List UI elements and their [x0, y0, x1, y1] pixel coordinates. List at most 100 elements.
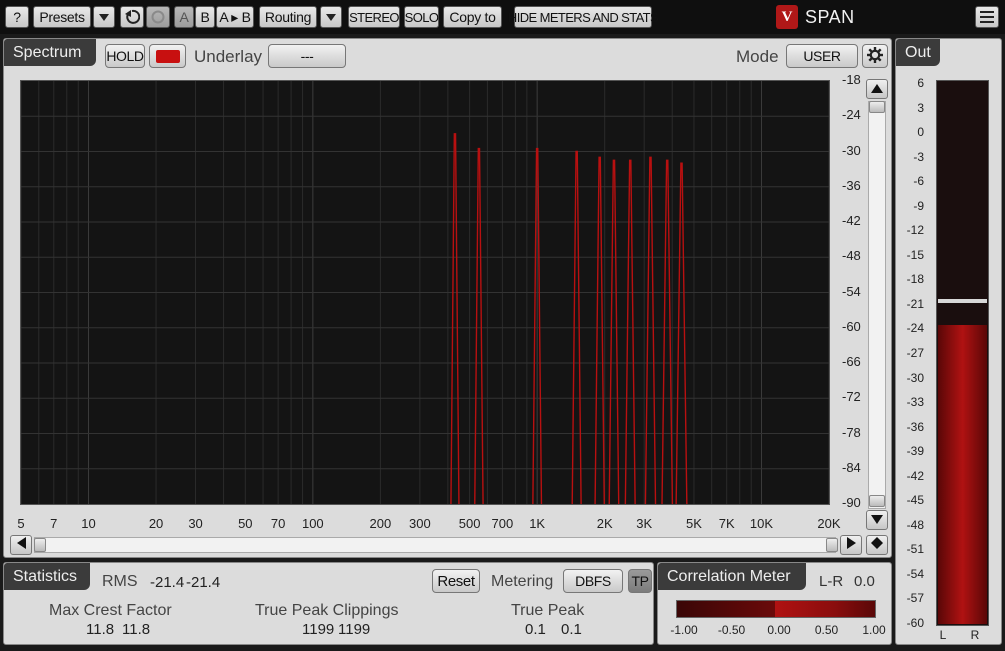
preset-b-button[interactable]: B: [195, 6, 215, 28]
triangle-right-icon: [846, 536, 856, 554]
triangle-left-icon: [16, 536, 26, 554]
horizontal-scrollbar[interactable]: [10, 535, 862, 555]
presets-dropdown-button[interactable]: [93, 6, 115, 28]
output-scale-label: -45: [906, 493, 924, 508]
copy-a-to-b-button[interactable]: A ▸ B: [216, 6, 254, 28]
scroll-track[interactable]: [34, 537, 836, 553]
rms-label: RMS: [102, 573, 138, 590]
settings-button[interactable]: [862, 44, 888, 68]
scroll-thumb-bottom[interactable]: [869, 495, 885, 507]
scroll-down-button[interactable]: [866, 510, 888, 530]
presets-button[interactable]: Presets: [33, 6, 91, 28]
hold-button[interactable]: HOLD: [105, 44, 145, 68]
spectrum-tab[interactable]: Spectrum: [4, 39, 96, 66]
x-tick-label: 300: [409, 516, 431, 531]
diamond-icon: [871, 536, 883, 554]
scroll-track[interactable]: [868, 101, 886, 509]
spectrum-peak: [450, 133, 460, 505]
triangle-up-icon: [871, 80, 883, 98]
correlation-tick-label: 1.00: [862, 623, 886, 637]
main-menu-button[interactable]: [975, 6, 999, 28]
preset-a-button[interactable]: A: [174, 6, 194, 28]
spectrum-peak: [608, 159, 620, 505]
crest-right-value: 11.8: [122, 621, 151, 638]
mode-select[interactable]: USER: [786, 44, 858, 68]
true-peak-toggle[interactable]: TP: [628, 569, 652, 593]
x-tick-label: 10: [81, 516, 96, 531]
output-scale-label: -9: [913, 198, 924, 213]
scroll-left-button[interactable]: [10, 535, 32, 555]
output-scale-label: -30: [906, 370, 924, 385]
output-scale-label: -21: [906, 296, 924, 311]
underlay-label: Underlay: [194, 47, 263, 66]
stereo-button[interactable]: STEREO: [348, 6, 400, 28]
copy-to-button[interactable]: Copy to: [443, 6, 502, 28]
output-scale-label: 6: [917, 76, 924, 90]
statistics-tab[interactable]: Statistics: [4, 563, 90, 590]
metering-select[interactable]: DBFS: [563, 569, 623, 593]
output-scale-label: -12: [906, 223, 924, 238]
help-button[interactable]: ?: [5, 6, 29, 28]
scroll-right-button[interactable]: [840, 535, 862, 555]
reset-view-button[interactable]: [866, 535, 888, 555]
rms-right-value: -21.4: [186, 574, 221, 591]
y-tick-label: -60: [842, 318, 861, 334]
x-tick-label: 7: [50, 516, 58, 531]
y-tick-label: -72: [842, 389, 861, 405]
redo-button[interactable]: [146, 6, 170, 28]
underlay-select[interactable]: ---: [268, 44, 346, 68]
spectrum-peak: [675, 162, 688, 505]
correlation-meter-tab[interactable]: Correlation Meter: [658, 563, 806, 590]
undo-icon: [124, 9, 140, 25]
output-scale-label: -51: [906, 542, 924, 557]
undo-button[interactable]: [120, 6, 144, 28]
spectrum-peak: [474, 147, 484, 505]
output-scale-label: -6: [913, 174, 924, 189]
scroll-thumb-right[interactable]: [826, 538, 838, 552]
correlation-meter-bar: [676, 600, 876, 618]
scroll-thumb-top[interactable]: [869, 101, 885, 113]
reset-button[interactable]: Reset: [432, 569, 480, 593]
spectrum-peak: [644, 156, 657, 505]
color-swatch: [155, 49, 180, 63]
scroll-up-button[interactable]: [866, 79, 888, 99]
correlation-meter-left: [677, 601, 775, 617]
spectrum-plot[interactable]: [20, 80, 830, 505]
true-peak-right-value: 0.1: [561, 621, 582, 638]
output-scale-label: -42: [906, 468, 924, 483]
output-scale-label: 3: [917, 100, 924, 115]
mode-label: Mode: [736, 47, 779, 66]
output-meter-panel: Out 6 3 0 -3 -6 -9 -12 -15 -18 -21 -24 -27 -30 -33 -36…: [895, 38, 1002, 645]
metering-label: Metering: [491, 573, 554, 590]
x-tick-label: 5: [17, 516, 25, 531]
hamburger-menu-icon: [980, 11, 994, 23]
y-tick-label: -18: [842, 72, 861, 87]
y-tick-label: -42: [842, 213, 861, 228]
output-scale-label: -57: [906, 591, 924, 606]
spectrum-plot-svg: [20, 81, 830, 505]
y-tick-label: -54: [842, 283, 861, 299]
left-channel-label: L: [939, 628, 947, 642]
y-tick-label: -24: [842, 107, 861, 123]
x-tick-label: 70: [270, 516, 286, 531]
output-scale-label: -15: [906, 247, 924, 262]
routing-dropdown-button[interactable]: [320, 6, 342, 28]
out-tab[interactable]: Out: [896, 39, 940, 66]
hide-meters-and-stats-button[interactable]: HIDE METERS AND STATS: [508, 6, 659, 28]
routing-button[interactable]: Routing: [259, 6, 317, 28]
toolbar: ? Presets A B A ▸ B Routing STEREO SOLO …: [0, 0, 1005, 34]
output-scale-label: -24: [906, 321, 924, 336]
hold-color-swatch[interactable]: [149, 44, 186, 68]
x-tick-label: 30: [188, 516, 203, 531]
correlation-tick-label: 0.00: [767, 623, 791, 637]
output-scale-label: -36: [906, 419, 924, 434]
triangle-down-icon: [871, 511, 883, 529]
x-tick-label: 200: [369, 516, 392, 531]
solo-button[interactable]: SOLO: [404, 6, 439, 28]
vertical-scrollbar[interactable]: [866, 79, 888, 531]
right-channel-label: R: [970, 628, 980, 642]
output-scale-label: -60: [906, 616, 924, 630]
scroll-thumb-left[interactable]: [34, 538, 46, 552]
logo: V SPAN: [776, 4, 855, 30]
true-peak-clippings-label: True Peak Clippings: [255, 602, 399, 619]
